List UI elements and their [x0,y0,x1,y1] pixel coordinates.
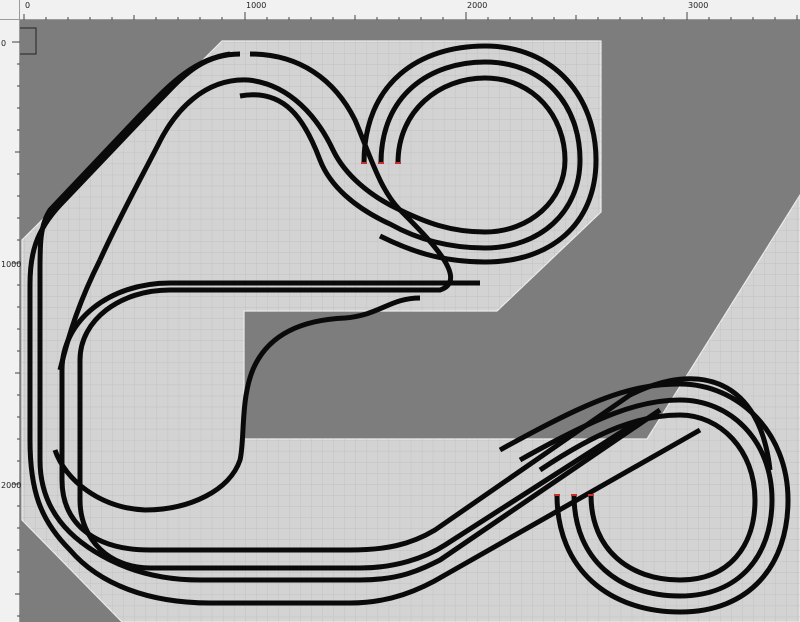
vertical-ruler-ticks [12,41,20,617]
baseboard[interactable] [20,20,800,622]
ruler-corner [0,0,20,20]
ruler-y-label-2000: 2000 [1,481,22,490]
ruler-x-label-2000: 2000 [467,1,488,10]
ruler-x-label-0: 0 [25,1,31,10]
horizontal-ruler-ticks [23,12,798,20]
origin-marker [20,27,37,55]
ruler-x-label-1000: 1000 [246,1,267,10]
ruler-y-label-0: 0 [1,39,7,48]
ruler-x-label-3000: 3000 [688,1,709,10]
vertical-ruler[interactable]: 0 1000 2000 [0,20,22,622]
ruler-y-label-1000: 1000 [1,260,22,269]
layout-canvas[interactable] [20,20,800,622]
horizontal-ruler[interactable]: 0 1000 2000 3000 [0,0,800,20]
